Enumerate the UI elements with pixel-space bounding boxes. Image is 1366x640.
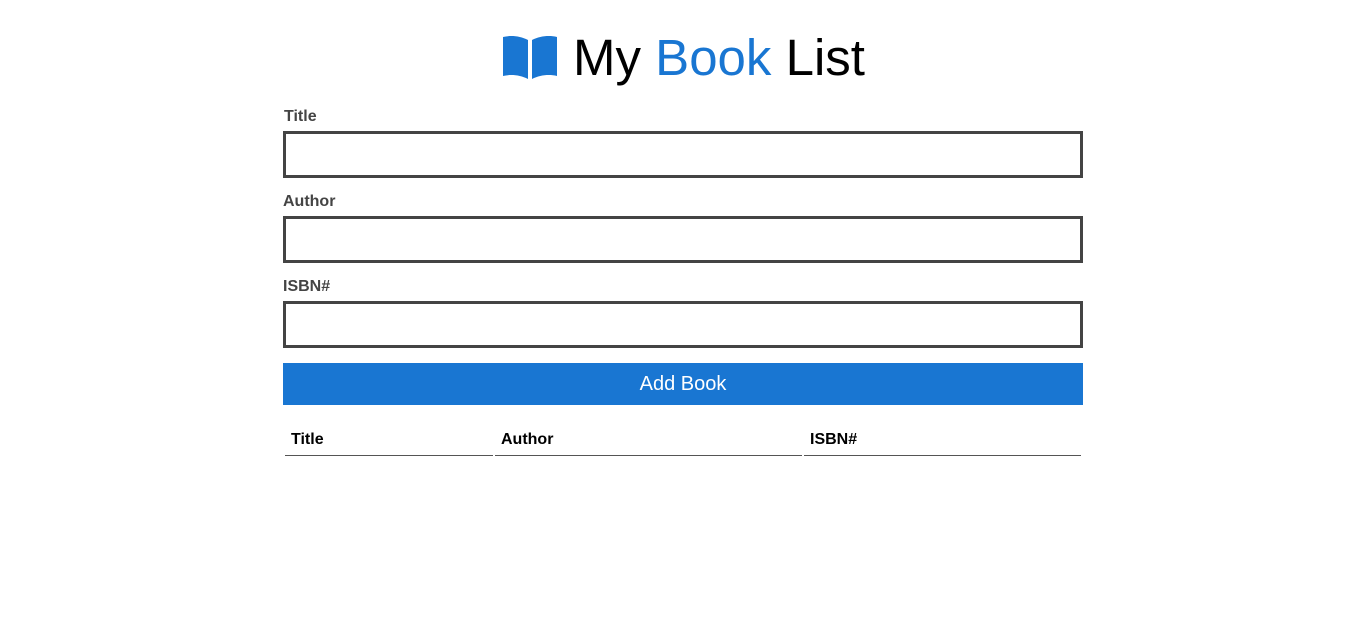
author-field-label: Author bbox=[283, 193, 336, 210]
column-header-title: Title bbox=[285, 424, 493, 456]
title-accent: Book bbox=[655, 29, 772, 86]
book-table-head: Title Author ISBN# bbox=[285, 424, 1081, 456]
book-table: Title Author ISBN# bbox=[283, 424, 1083, 456]
column-header-isbn: ISBN# bbox=[804, 424, 1081, 456]
isbn-input[interactable] bbox=[283, 301, 1083, 348]
table-header-row: Title Author ISBN# bbox=[285, 424, 1081, 456]
title-field-label: Title bbox=[284, 108, 317, 125]
page-header: My Book List bbox=[283, 28, 1083, 88]
author-input[interactable] bbox=[283, 216, 1083, 263]
title-suffix: List bbox=[771, 29, 865, 86]
page-title: My Book List bbox=[573, 28, 865, 88]
book-open-icon bbox=[503, 36, 558, 79]
title-input[interactable] bbox=[283, 131, 1083, 178]
isbn-field-label: ISBN# bbox=[283, 278, 331, 295]
add-book-button[interactable]: Add Book bbox=[283, 363, 1083, 405]
column-header-author: Author bbox=[495, 424, 802, 456]
title-prefix: My bbox=[573, 29, 656, 86]
